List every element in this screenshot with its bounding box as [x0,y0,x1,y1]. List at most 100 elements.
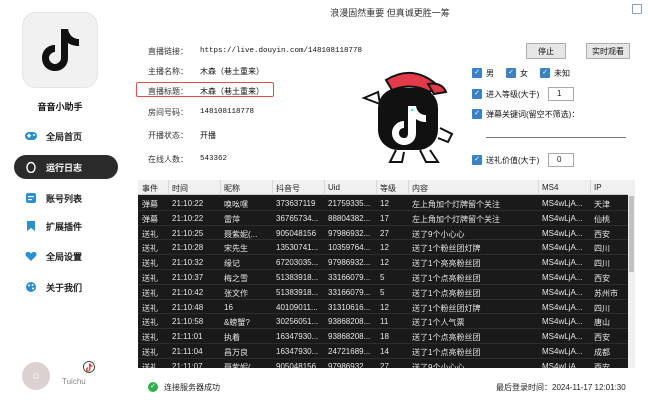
table-row[interactable]: 送礼 21:10:25 聂紫妮(... 905048156 97986932... 27 送… [138,226,628,241]
table-cell: 宋先生 [224,244,248,254]
table-cell: 送礼 [142,347,158,357]
gift-checkbox[interactable]: ✓ [472,155,482,165]
nav-item-settings[interactable]: 全局设置 [14,244,118,268]
table-cell: 21:10:28 [172,243,204,253]
table-cell: 四川 [594,244,610,254]
table-cell: 905048156 [276,361,317,368]
table-cell: 905048156 [276,228,317,238]
table-cell: 12 [380,258,389,268]
table-row[interactable]: 送礼 21:11:01 执着 16347930... 93868208... 18 送了1个… [138,329,628,344]
table-cell: 送了1个点亮粉丝团 [412,273,481,283]
live-status-value: 开播 [200,131,216,140]
tiktok-badge-icon [83,361,95,373]
table-cell: 31310616... [328,302,371,312]
male-checkbox[interactable]: ✓ [472,68,482,78]
nav-item-accounts[interactable]: 账号列表 [14,186,118,210]
live-link-value[interactable]: https://live.douyin.com/148108118778 [200,47,362,55]
table-cell: 16 [224,302,233,312]
table-cell: MS4wLjA... [542,317,583,327]
live-link-label: 直播链接： [148,47,188,56]
app-logo [22,12,98,88]
watch-live-button[interactable]: 实时观看 [586,43,630,59]
col-header-uid[interactable]: Uid [328,183,340,192]
table-cell: 40109011... [276,302,318,312]
palette-icon [24,281,38,293]
log-table: 事件 时间 昵称 抖音号 Uid 等级 内容 MS4 IP 弹幕 21:10:22… [138,180,635,368]
female-checkbox[interactable]: ✓ [506,68,516,78]
table-cell: MS4wLjA... [542,302,583,312]
table-cell: 西安 [594,362,610,368]
col-header-event[interactable]: 事件 [142,183,158,194]
table-row[interactable]: 弹幕 21:10:22 雷萍 36765734... 88804382... 17 左上角加… [138,211,628,226]
table-cell: MS4wLjA... [542,287,583,297]
level-input[interactable]: 1 [548,87,574,101]
table-row[interactable]: 送礼 21:10:32 缘记 67203035... 97986932... 12 送了1个… [138,255,628,270]
table-cell: 天津 [594,200,610,209]
table-cell: MS4wLjA... [542,199,583,208]
table-cell: 5 [380,287,385,297]
window-restore-icon[interactable] [632,4,642,14]
nav-label: 关于我们 [46,282,83,293]
table-cell: 左上角加个灯牌留个关注 [412,200,500,209]
keyword-input[interactable] [486,126,626,138]
nav-item-about[interactable]: 关于我们 [14,275,118,299]
gift-input[interactable]: 0 [548,153,574,167]
table-cell: 5 [380,272,385,282]
table-row[interactable]: 送礼 21:11:04 昌万良 16347930... 24721689... 14 送了1… [138,344,628,359]
table-cell: 33166079... [328,272,371,282]
col-header-ms4[interactable]: MS4 [542,183,558,192]
table-cell: MS4wLjA... [542,213,583,223]
table-cell: 21759335... [328,199,371,208]
col-header-douyin-id[interactable]: 抖音号 [276,183,300,194]
table-cell: 10359764... [328,243,371,253]
nav-item-home[interactable]: 全局首页 [14,124,118,148]
table-cell: 27 [380,228,389,238]
table-cell: 送礼 [142,303,158,313]
table-cell: 张文作 [224,288,248,298]
table-row[interactable]: 送礼 21:11:07 聂紫妮(... 905048156 97986932... 27 送… [138,359,628,368]
col-header-level[interactable]: 等级 [380,183,396,194]
unknown-checkbox[interactable]: ✓ [540,68,550,78]
table-row[interactable]: 送礼 21:10:37 梅之雪 51383918... 33166079... 5 送了1个… [138,270,628,285]
table-cell: MS4wLjA... [542,346,583,356]
col-header-ip[interactable]: IP [594,183,602,192]
table-row[interactable]: 送礼 21:10:58 &螃蟹? 30256051... 93868208... 11 送了… [138,314,628,330]
col-header-time[interactable]: 时间 [172,183,188,194]
table-cell: 西安 [594,273,610,283]
col-header-nickname[interactable]: 昵称 [224,183,240,194]
table-row[interactable]: 送礼 21:10:28 宋先生 13530741... 10359764... 12 送了1… [138,240,628,256]
table-cell: 21:11:07 [172,361,203,368]
online-count-label: 在线人数： [148,155,188,164]
avatar[interactable]: ☺ [22,362,50,390]
table-cell: 雷萍 [224,214,240,224]
table-cell: 16347930... [276,346,319,356]
level-checkbox[interactable]: ✓ [472,89,482,99]
table-cell: 17 [380,213,389,223]
table-scrollbar[interactable] [628,180,635,368]
table-cell: MS4wLjA... [542,258,583,268]
nav-item-plugins[interactable]: 扩展插件 [14,214,118,238]
table-row[interactable]: 弹幕 21:10:22 唤吆嘿 373637119 21759335... 12 左上角加个… [138,196,628,211]
success-check-icon: ✓ [148,382,158,392]
room-title-value: 木森（巷土重来） [200,87,264,96]
nav-item-log[interactable]: 运行日志 [14,155,118,179]
stop-button[interactable]: 停止 [526,43,566,59]
table-cell: 送了9个小心心 [412,229,465,239]
table-body: 弹幕 21:10:22 唤吆嘿 373637119 21759335... 12 左上角加个… [138,196,628,368]
table-row[interactable]: 送礼 21:10:42 张文作 51383918... 33166079... 5 送了1个… [138,285,628,300]
col-header-content[interactable]: 内容 [412,183,428,194]
sidebar: 音音小助手 全局首页 运行日志 账号列表 扩展插件 全局设置 关于我们 ☺ Tu… [0,0,132,402]
nav-label: 扩展插件 [46,221,83,232]
table-cell: 97986932... [328,361,371,368]
table-cell: 12 [380,243,389,253]
table-cell: 21:11:04 [172,346,203,356]
table-cell: 弹幕 [142,214,158,224]
scrollbar-thumb[interactable] [629,196,634,272]
keyword-checkbox[interactable]: ✓ [472,109,482,119]
nav-label: 全局首页 [46,131,83,142]
table-cell: 西安 [594,229,610,239]
table-cell: 21:10:25 [172,228,204,238]
online-count-value: 543362 [200,155,228,163]
table-row[interactable]: 送礼 21:10:48 16 40109011... 31310616... 12 送了1个… [138,300,628,315]
id-card-icon [24,192,38,204]
